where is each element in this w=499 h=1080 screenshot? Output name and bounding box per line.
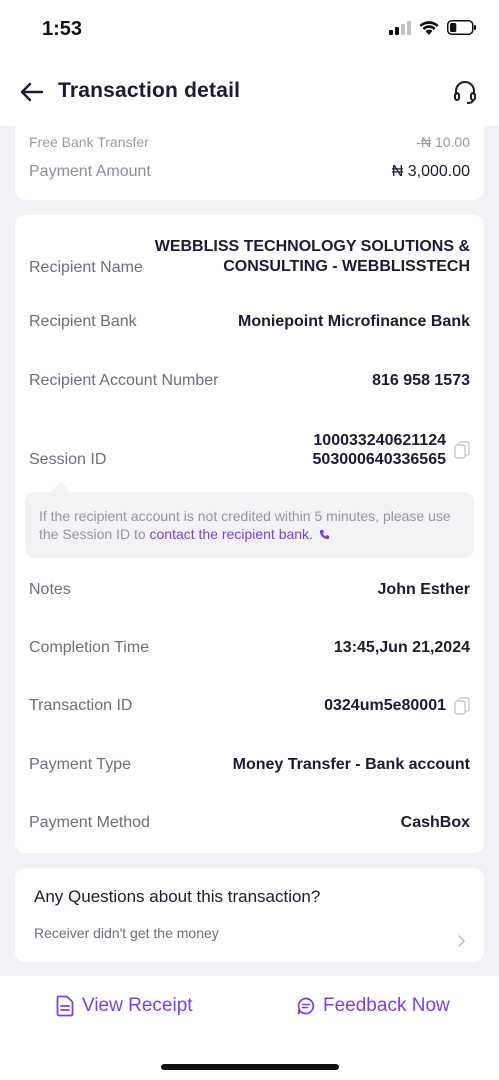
home-indicator[interactable] [161, 1064, 339, 1070]
questions-title: Any Questions about this transaction? [34, 887, 321, 906]
notes-value: John Esther [377, 581, 470, 598]
feedback-now-label[interactable]: Feedback Now [323, 995, 450, 1017]
back-arrow-icon[interactable] [18, 78, 46, 106]
amount-label: Payment Amount [29, 163, 151, 180]
session-id-group: 100033240621124 503000640336565 [313, 431, 470, 469]
account-number-value: 816 958 1573 [372, 372, 470, 389]
contact-bank-link-text[interactable]: contact the recipient bank. [150, 526, 313, 542]
headset-support-icon[interactable] [451, 78, 479, 106]
session-id-row: Session ID 100033240621124 5030006403365… [29, 429, 470, 469]
amount-row: Payment Amount ₦ 3,000.00 [29, 163, 470, 181]
payment-method-label: Payment Method [29, 814, 150, 831]
recipient-bank-label: Recipient Bank [29, 313, 137, 330]
notes-row: Notes John Esther [29, 581, 470, 599]
phone-icon[interactable] [319, 529, 330, 540]
payment-type-value: Money Transfer - Bank account [232, 756, 470, 773]
session-id-line2: 503000640336565 [312, 451, 446, 468]
recipient-bank-row: Recipient Bank Moniepoint Microfinance B… [29, 313, 470, 331]
feedback-now-button[interactable]: Feedback Now [297, 995, 450, 1017]
completion-time-label: Completion Time [29, 639, 150, 656]
session-id-line1: 100033240621124 [313, 432, 446, 449]
amount-value: ₦ 3,000.00 [391, 163, 470, 180]
battery-icon [447, 20, 476, 35]
payment-method-value: CashBox [400, 814, 470, 831]
notice-pointer [51, 482, 71, 492]
recipient-name-line1: WEBBLISS TECHNOLOGY SOLUTIONS & [154, 238, 470, 255]
payment-method-row: Payment Method CashBox [29, 814, 470, 832]
recipient-name-row: Recipient Name WEBBLISS TECHNOLOGY SOLUT… [29, 235, 470, 277]
view-receipt-button[interactable]: View Receipt [56, 995, 193, 1017]
notes-label: Notes [29, 581, 71, 598]
cellular-signal-icon [389, 20, 411, 35]
wifi-icon [419, 21, 439, 35]
fee-value: -₦ 10.00 [416, 134, 470, 150]
account-number-label: Recipient Account Number [29, 372, 219, 389]
copy-session-id-icon[interactable] [454, 441, 470, 459]
status-time: 1:53 [42, 18, 83, 40]
payment-type-label: Payment Type [29, 756, 131, 773]
transaction-id-group: 0324um5e80001 [324, 697, 470, 715]
details-card: Recipient Name WEBBLISS TECHNOLOGY SOLUT… [15, 215, 484, 853]
session-id-notice: If the recipient account is not credited… [25, 492, 474, 558]
bottom-action-bar: View Receipt Feedback Now [0, 976, 499, 1080]
chat-bubble-icon [297, 997, 315, 1015]
view-receipt-label[interactable]: View Receipt [82, 995, 193, 1017]
contact-bank-link[interactable]: contact the recipient bank. [150, 526, 330, 542]
account-number-row: Recipient Account Number 816 958 1573 [29, 372, 470, 390]
transaction-id-label: Transaction ID [29, 697, 133, 714]
fee-row: Free Bank Transfer -₦ 10.00 [29, 134, 470, 150]
session-id-label: Session ID [29, 451, 107, 468]
fee-label: Free Bank Transfer [29, 134, 149, 150]
transaction-id-value: 0324um5e80001 [324, 697, 446, 714]
summary-card: Free Bank Transfer -₦ 10.00 Payment Amou… [15, 126, 484, 200]
chevron-right-icon[interactable] [456, 934, 466, 948]
transaction-id-row: Transaction ID 0324um5e80001 [29, 697, 470, 715]
recipient-name-value: WEBBLISS TECHNOLOGY SOLUTIONS & CONSULTI… [155, 237, 470, 277]
question-item[interactable]: Receiver didn't get the money [34, 925, 219, 941]
questions-card: Any Questions about this transaction? Re… [15, 868, 484, 962]
status-icons [389, 20, 477, 35]
receipt-document-icon [56, 995, 74, 1017]
recipient-name-line2: CONSULTING - WEBBLISSTECH [223, 258, 470, 275]
completion-time-value: 13:45,Jun 21,2024 [333, 639, 470, 656]
copy-transaction-id-icon[interactable] [454, 697, 470, 715]
completion-time-row: Completion Time 13:45,Jun 21,2024 [29, 639, 470, 657]
session-id-value: 100033240621124 503000640336565 [313, 431, 446, 469]
payment-type-row: Payment Type Money Transfer - Bank accou… [29, 756, 470, 774]
status-bar: 1:53 [0, 0, 499, 60]
page-title: Transaction detail [58, 79, 241, 102]
recipient-bank-value: Moniepoint Microfinance Bank [237, 313, 470, 330]
recipient-name-label: Recipient Name [29, 259, 143, 276]
header: Transaction detail [0, 60, 499, 126]
